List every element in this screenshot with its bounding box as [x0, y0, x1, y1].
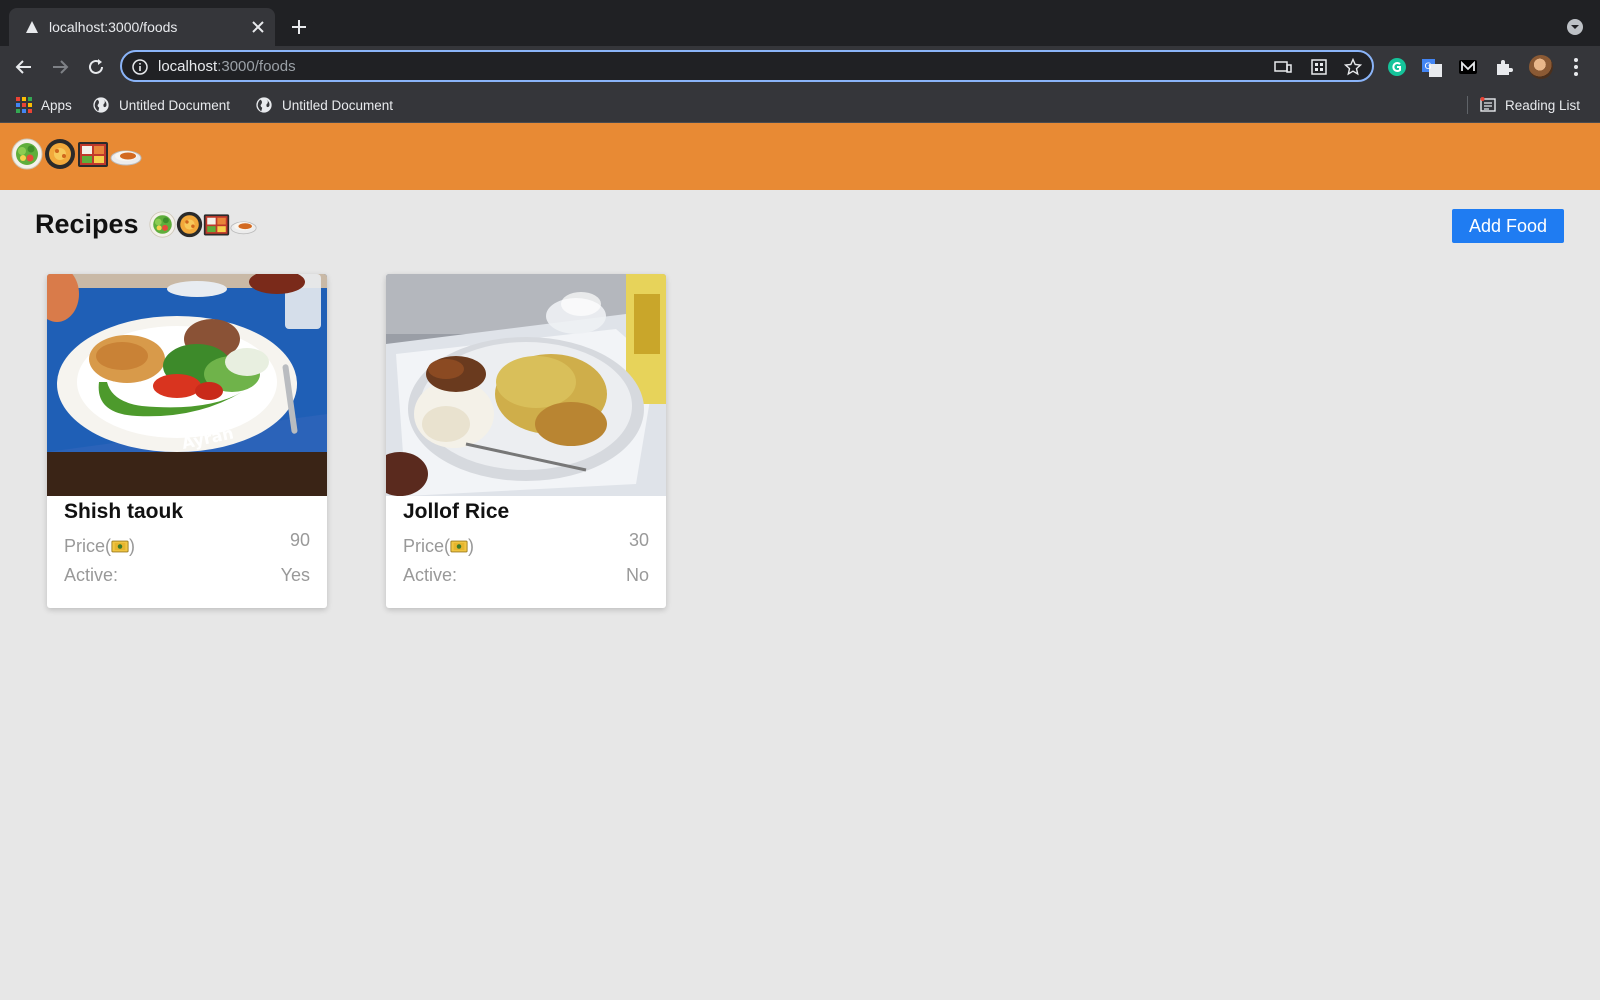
bookmark-untitled-document-1[interactable]: Untitled Document: [92, 95, 230, 115]
price-row: Price() 30: [403, 530, 649, 557]
bento-icon: [203, 211, 230, 238]
bookmark-apps[interactable]: Apps: [16, 95, 72, 115]
active-label: Active:: [403, 565, 458, 585]
salad-icon: [11, 138, 43, 170]
active-value: No: [625, 565, 649, 585]
kebab-menu-icon[interactable]: [1565, 56, 1587, 78]
browser-tab-strip: localhost:3000/foods: [0, 0, 1600, 46]
price-label-suffix: ): [129, 536, 136, 556]
price-value: 30: [628, 530, 649, 550]
bento-icon: [77, 138, 109, 170]
page-title: Recipes: [35, 209, 257, 240]
browser-toolbar: localhost:3000/foods G: [0, 46, 1600, 88]
forward-arrow-icon[interactable]: [49, 56, 71, 78]
curry-icon: [110, 138, 142, 170]
svg-text:G: G: [1425, 62, 1432, 72]
globe-icon: [255, 96, 273, 114]
price-label-text: Price(: [403, 536, 451, 556]
food-card-jollof-rice[interactable]: Jollof Rice Price() 30 Active: No: [386, 274, 666, 608]
active-row: Active: No: [403, 565, 649, 586]
qr-code-icon[interactable]: [1310, 58, 1328, 76]
bookmark-label: Untitled Document: [282, 97, 394, 113]
new-tab-plus-icon[interactable]: [289, 17, 309, 37]
bookmark-untitled-document-2[interactable]: Untitled Document: [255, 95, 393, 115]
price-row: Price() 90: [64, 530, 310, 557]
active-row: Active: Yes: [64, 565, 310, 586]
triangle-favicon-icon: [26, 21, 38, 33]
tab-search-chevron-icon[interactable]: [1566, 18, 1584, 36]
bookmarks-divider: [1467, 96, 1468, 114]
price-label: Price(): [64, 536, 135, 557]
food-photo-jollof-rice[interactable]: [386, 274, 666, 496]
food-photo-shish-taouk[interactable]: Ayran: [47, 274, 327, 496]
price-label-suffix: ): [468, 536, 475, 556]
grammarly-extension-icon[interactable]: [1386, 56, 1408, 78]
reading-list-label: Reading List: [1505, 97, 1581, 113]
food-name: Jollof Rice: [403, 500, 510, 523]
add-food-button[interactable]: Add Food: [1452, 209, 1564, 243]
food-card-shish-taouk[interactable]: Ayran Shish taouk Price() 90 Active: Yes: [47, 274, 327, 608]
bookmarks-bar: Apps Untitled Document Untitled Document…: [0, 88, 1600, 123]
page-title-text: Recipes: [35, 209, 139, 239]
salad-icon: [149, 211, 176, 238]
bookmark-label: Untitled Document: [119, 97, 231, 113]
cast-device-icon[interactable]: [1274, 58, 1292, 76]
active-value: Yes: [280, 565, 310, 585]
reading-list-button[interactable]: Reading List: [1480, 95, 1580, 115]
pan-icon: [44, 138, 76, 170]
close-icon[interactable]: [249, 18, 267, 36]
apps-grid-icon: [16, 97, 32, 113]
translate-extension-icon[interactable]: G: [1421, 56, 1443, 78]
reading-list-icon: [1480, 97, 1496, 112]
money-icon: [450, 539, 468, 554]
star-bookmark-icon[interactable]: [1344, 58, 1362, 76]
site-info-icon[interactable]: [132, 59, 148, 75]
reload-icon[interactable]: [85, 56, 107, 78]
medium-extension-icon[interactable]: [1457, 56, 1479, 78]
food-name: Shish taouk: [64, 500, 184, 523]
browser-tab[interactable]: localhost:3000/foods: [9, 8, 275, 46]
app-navbar: [0, 123, 1600, 190]
price-label-text: Price(: [64, 536, 112, 556]
back-arrow-icon[interactable]: [13, 56, 35, 78]
brand-logo[interactable]: [11, 138, 142, 170]
profile-avatar[interactable]: [1529, 55, 1553, 79]
globe-icon: [92, 96, 110, 114]
title-emoji-group: [149, 211, 257, 238]
url-text: localhost:3000/foods: [158, 58, 296, 75]
extensions-puzzle-icon[interactable]: [1493, 56, 1515, 78]
bookmark-label: Apps: [41, 97, 72, 113]
tab-title: localhost:3000/foods: [49, 19, 178, 35]
active-label: Active:: [64, 565, 119, 585]
address-bar[interactable]: localhost:3000/foods: [120, 50, 1374, 82]
price-label: Price(): [403, 536, 474, 557]
price-value: 90: [289, 530, 310, 550]
pan-icon: [176, 211, 203, 238]
curry-icon: [230, 211, 257, 238]
money-icon: [111, 539, 129, 554]
